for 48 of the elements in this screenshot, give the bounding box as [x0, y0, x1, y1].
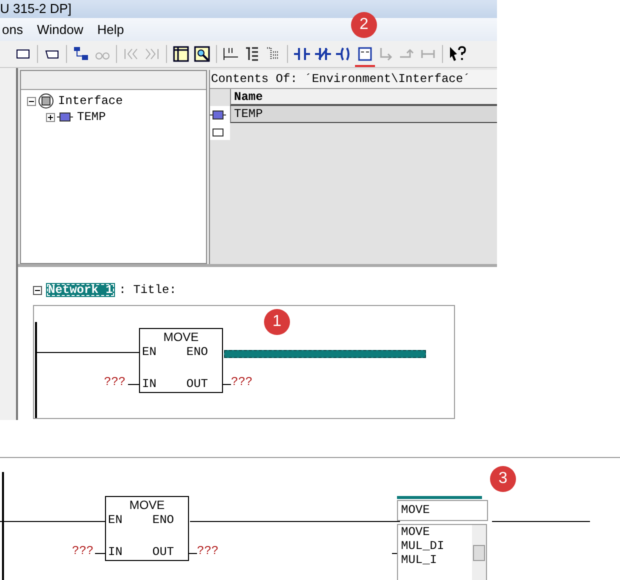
magnifier-window-icon[interactable] — [193, 45, 211, 63]
pin-label: IN — [142, 377, 156, 391]
ladder-icon[interactable] — [222, 45, 240, 63]
help-pointer-icon[interactable] — [448, 45, 466, 63]
underline-mark — [355, 65, 375, 67]
pin-label: ENO — [152, 513, 174, 527]
scrollbar[interactable] — [472, 525, 486, 580]
step-badge: 1 — [264, 309, 290, 335]
pin-label: OUT — [152, 545, 174, 559]
block-name: MOVE — [162, 330, 200, 344]
pin-label: ENO — [186, 345, 208, 359]
pin-label: EN — [142, 345, 156, 359]
network-icon[interactable] — [72, 45, 90, 63]
list-option[interactable]: MUL_I — [398, 553, 469, 567]
pin-label: IN — [108, 545, 122, 559]
function-block[interactable]: MOVE EN ENO IN OUT — [139, 328, 223, 393]
operand-placeholder[interactable]: ??? — [231, 375, 253, 389]
network-label[interactable]: Network 1 — [46, 283, 115, 297]
pin-label: EN — [108, 513, 122, 527]
collapse-icon[interactable] — [33, 286, 42, 294]
contact-icon[interactable] — [293, 45, 311, 63]
tree-item[interactable]: TEMP — [75, 110, 106, 124]
operand-placeholder[interactable]: ??? — [104, 375, 126, 389]
list-option[interactable]: MUL_DI — [398, 539, 469, 553]
box-icon[interactable] — [356, 45, 374, 63]
panel-icon[interactable] — [172, 45, 190, 63]
block-name: MOVE — [128, 498, 166, 512]
tree-item[interactable]: Interface — [56, 94, 123, 108]
collapse-icon[interactable] — [27, 96, 36, 106]
function-block[interactable]: MOVE EN ENO IN OUT — [105, 496, 189, 561]
table-cell[interactable]: TEMP — [230, 106, 497, 123]
list-option[interactable]: MOVE — [398, 525, 469, 539]
menu-item[interactable]: Window — [34, 22, 86, 37]
menu-item[interactable]: Help — [95, 22, 126, 37]
list-icon[interactable] — [243, 45, 261, 63]
window-title: U 315-2 DP] — [0, 0, 497, 18]
column-header[interactable]: Name — [230, 89, 497, 106]
interface-icon — [38, 93, 54, 109]
closed-contact-icon[interactable] — [314, 45, 332, 63]
menu-item[interactable]: ons — [0, 22, 25, 37]
input-field[interactable]: MOVE — [397, 500, 488, 521]
operand-placeholder[interactable]: ??? — [197, 544, 219, 558]
network-title: : Title: — [118, 283, 176, 297]
step-badge: 3 — [490, 466, 516, 492]
expand-icon[interactable] — [46, 112, 55, 122]
pin-label: OUT — [186, 377, 208, 391]
contents-header: Contents Of: ´Environment\Interface´ — [210, 70, 497, 89]
operand-placeholder[interactable]: ??? — [72, 544, 94, 558]
